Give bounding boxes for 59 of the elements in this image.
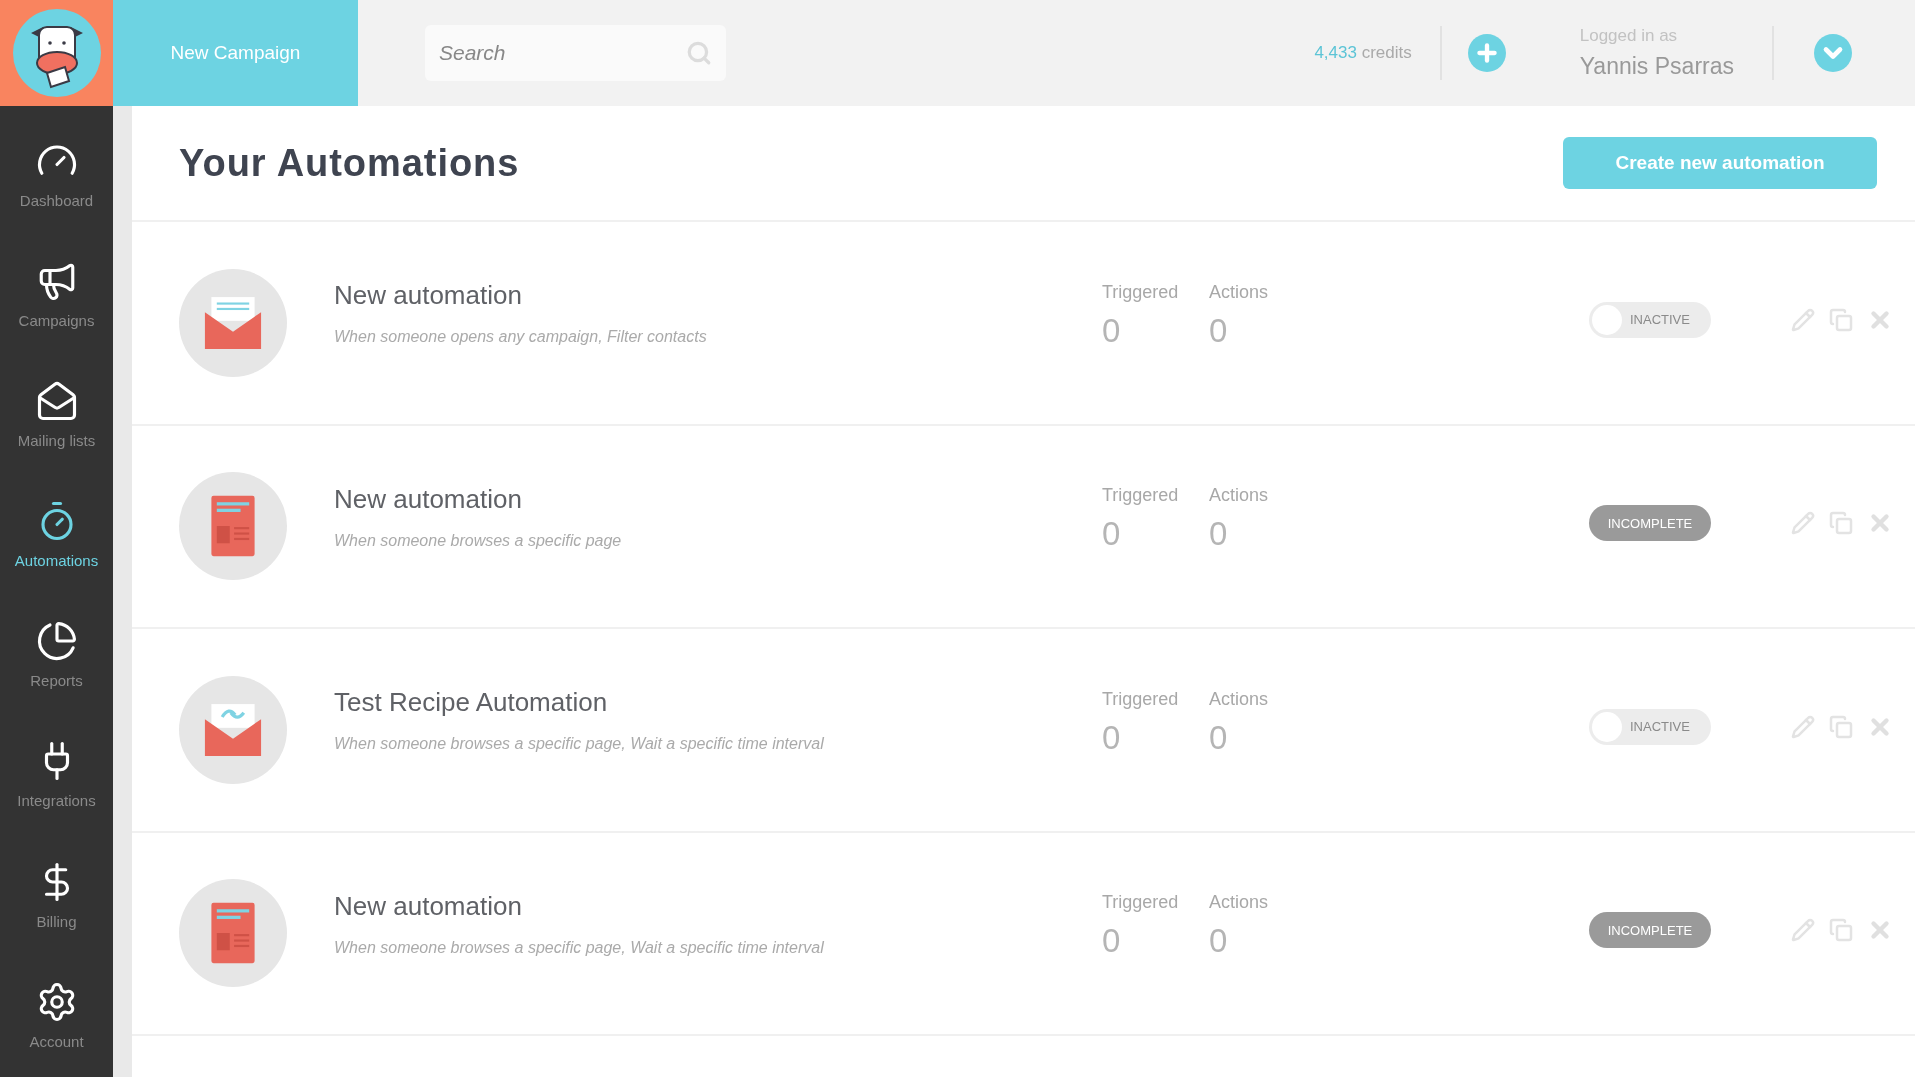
automation-description: When someone browses a specific page [334,530,623,551]
sidebar-item[interactable]: Campaigns [0,236,113,357]
automation-name[interactable]: Test Recipe Automation [334,683,1102,723]
actions-count: 0 [1209,717,1229,758]
sidebar-item[interactable]: Billing [0,836,113,957]
triggered-label: Triggered [1102,484,1180,507]
copy-icon[interactable] [1829,714,1853,739]
sidebar-item[interactable]: Reports [0,596,113,717]
credits-text: 4,433 credits [1314,42,1412,65]
search-input[interactable]: Search [439,37,686,69]
edit-icon[interactable] [1791,511,1815,536]
actions-count: 0 [1209,514,1229,554]
sidebar-item[interactable]: Dashboard [0,116,113,237]
edit-icon[interactable] [1791,918,1815,943]
status-badge: INCOMPLETE [1589,505,1711,542]
user-name: Yannis Psarras [1579,51,1734,81]
actions-label: Actions [1209,687,1270,711]
search-field[interactable]: Search [425,25,726,81]
status-toggle[interactable]: INACTIVE [1589,301,1711,338]
envelope-icon [179,675,287,784]
search-icon[interactable] [686,40,712,66]
triggered-label: Triggered [1102,280,1180,304]
add-credits-button[interactable] [1467,34,1506,72]
copy-icon[interactable] [1829,918,1853,943]
page-icon [179,879,287,988]
actions-count: 0 [1209,921,1229,961]
copy-icon[interactable] [1829,511,1853,536]
automation-name[interactable]: New automation [334,479,1102,519]
sidebar-item[interactable]: Account [0,956,113,1077]
triggered-count: 0 [1102,717,1122,758]
actions-label: Actions [1209,484,1270,507]
sidebar-item[interactable]: Automations [0,476,113,597]
automation-description: When someone browses a specific page, Wait a specific time interval [334,937,825,958]
envelope-icon [35,380,78,423]
sidebar-item[interactable]: Mailing lists [0,356,113,477]
sidebar-item[interactable]: Integrations [0,716,113,837]
envelope-icon [179,268,287,377]
triggered-count: 0 [1102,921,1122,961]
page-icon [179,472,287,581]
actions-label: Actions [1209,280,1270,304]
account-menu-button[interactable] [1814,34,1852,72]
page-title: Your Automations [179,140,520,186]
automation-name[interactable]: New automation [334,276,1102,316]
triggered-count: 0 [1102,514,1122,554]
status-toggle[interactable]: INACTIVE [1589,708,1711,745]
triggered-count: 0 [1102,310,1122,351]
automation-description: When someone opens any campaign, Filter contacts [334,327,708,348]
actions-label: Actions [1209,891,1270,914]
copy-icon[interactable] [1829,307,1853,332]
cow-logo[interactable] [10,7,103,99]
status-badge: INCOMPLETE [1589,912,1711,949]
edit-icon[interactable] [1791,714,1815,739]
automation-description: When someone browses a specific page, Wait a specific time interval [334,734,825,755]
automation-name[interactable]: New automation [334,886,1102,926]
triggered-label: Triggered [1102,891,1180,914]
edit-icon[interactable] [1791,307,1815,332]
actions-count: 0 [1209,310,1229,351]
pie-chart-icon [35,620,78,663]
triggered-label: Triggered [1102,687,1180,711]
